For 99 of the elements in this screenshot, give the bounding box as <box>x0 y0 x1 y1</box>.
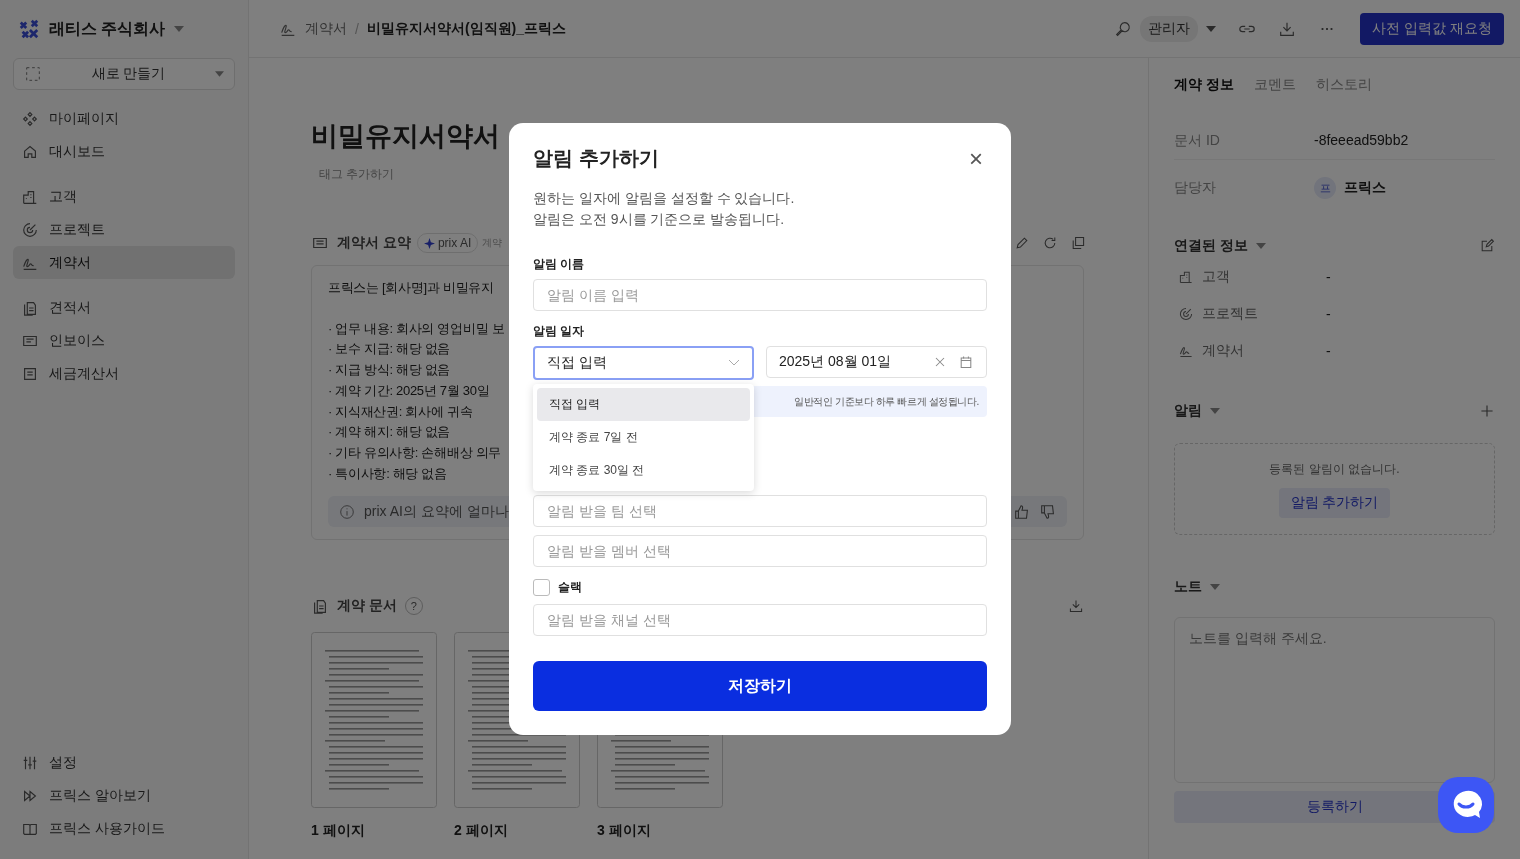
member-select[interactable]: 알림 받을 멤버 선택 <box>533 535 987 567</box>
field-value: -8feeead59bb2 <box>1314 132 1409 148</box>
field-label: 계약서 <box>1202 341 1245 360</box>
field-label: 알림 이름 <box>533 256 586 273</box>
section-heading[interactable]: 알림 <box>1174 402 1202 420</box>
field-value: - <box>1326 342 1331 359</box>
modal-description: 원하는 일자에 알림을 설정할 수 있습니다. <box>533 189 796 208</box>
calendar-icon[interactable] <box>958 354 974 370</box>
nav-item[interactable]: 견적서 <box>13 291 235 324</box>
refresh-icon[interactable] <box>1042 235 1058 251</box>
nav-item[interactable]: 프릭스 알아보기 <box>13 779 235 812</box>
dropdown-option[interactable]: 계약 종료 30일 전 <box>537 454 750 487</box>
summary-item: · 계약 해지: 해당 없음 <box>328 423 451 442</box>
target-icon <box>1178 305 1194 322</box>
logo-icon <box>18 18 40 40</box>
panel-tab[interactable]: 히스토리 <box>1315 76 1372 94</box>
owner-name: 프릭스 <box>1344 179 1386 197</box>
summary-intro: 프릭스는 [회사명]과 비밀유지 <box>328 279 494 297</box>
avatar: 프 <box>1314 177 1336 199</box>
page-label: 1 페이지 <box>311 822 366 841</box>
empty-message: 등록된 알림이 없습니다. <box>1269 460 1400 478</box>
section-heading[interactable]: 노트 <box>1174 578 1202 596</box>
nav-item[interactable]: 프로젝트 <box>13 213 235 246</box>
nav-item[interactable]: 인보이스 <box>13 324 235 357</box>
section-heading: 계약 문서 <box>337 597 397 616</box>
modal-description: 알림은 오전 9시를 기준으로 발송됩니다. <box>533 210 786 229</box>
field-value: - <box>1326 305 1331 322</box>
summary-item: · 업무 내용: 회사의 영업비밀 보 <box>328 319 505 338</box>
feedback-text: prix AI의 요약에 얼마나 <box>364 502 509 521</box>
caret-icon[interactable] <box>1255 243 1266 249</box>
checkbox-label: 슬랙 <box>558 579 582 596</box>
dropdown-option[interactable]: 직접 입력 <box>537 388 750 421</box>
document-icon <box>311 597 329 616</box>
section-heading: 계약서 요약 <box>337 234 411 252</box>
team-select[interactable]: 알림 받을 팀 선택 <box>533 495 987 527</box>
page-title: 비밀유지서약서 <box>311 120 501 153</box>
diamond-icon <box>21 109 39 128</box>
dropdown-option[interactable]: 계약 종료 7일 전 <box>537 421 750 454</box>
thumbs-up-icon[interactable] <box>1013 502 1031 521</box>
breadcrumb-current: 비밀유지서약서(임직원)_프릭스 <box>366 19 566 38</box>
panel-tab[interactable]: 코멘트 <box>1253 76 1296 94</box>
role-chip[interactable]: 관리자 <box>1140 15 1199 42</box>
caret-icon[interactable] <box>1210 408 1220 414</box>
nav-item[interactable]: 세금계산서 <box>13 357 235 390</box>
modal-title: 알림 추가하기 <box>533 146 659 171</box>
save-button[interactable]: 저장하기 <box>533 661 987 711</box>
chat-button[interactable] <box>1437 776 1495 834</box>
summary-item: · 기타 유의사항: 손해배상 의무 <box>328 443 501 462</box>
caret-icon <box>215 71 224 77</box>
summary-item: · 지급 방식: 해당 없음 <box>328 361 451 380</box>
page-label: 2 페이지 <box>454 822 509 841</box>
breadcrumb-link[interactable]: 계약서 <box>305 19 347 38</box>
nav-item[interactable]: 마이페이지 <box>13 102 235 135</box>
caret-icon[interactable] <box>1210 584 1220 590</box>
sparkle-icon <box>423 237 435 249</box>
summary-item: · 지식재산권: 회사에 귀속 <box>328 402 473 421</box>
add-icon[interactable] <box>1479 403 1495 419</box>
notice-text: 일반적인 기준보다 하루 빠르게 설정됩니다. <box>794 394 979 409</box>
dashed-square-icon <box>24 65 42 83</box>
page-label: 3 페이지 <box>597 822 652 841</box>
target-icon <box>21 220 39 239</box>
field-label: 담당자 <box>1174 179 1217 197</box>
add-alert-button[interactable]: 알림 추가하기 <box>1278 487 1391 518</box>
nav-item[interactable]: 설정 <box>13 746 235 779</box>
section-heading[interactable]: 연결된 정보 <box>1174 237 1248 255</box>
breadcrumb-separator: / <box>355 20 359 37</box>
date-field[interactable]: 2025년 08월 01일 <box>766 346 987 378</box>
field-label: 문서 ID <box>1174 132 1221 150</box>
company-name[interactable]: 래티스 주식회사 <box>49 18 166 40</box>
field-value: - <box>1326 268 1331 285</box>
nav-item[interactable]: 고객 <box>13 180 235 213</box>
nav-item[interactable]: 프릭스 사용가이드 <box>13 812 235 845</box>
copy-icon[interactable] <box>1070 235 1086 251</box>
checkbox[interactable] <box>533 579 550 596</box>
pencil-icon[interactable] <box>1014 235 1030 251</box>
date-mode-select[interactable]: 직접 입력 <box>533 346 754 380</box>
nav-item[interactable]: 계약서 <box>13 246 235 279</box>
caret-icon[interactable] <box>1206 25 1217 32</box>
field-label: 프로젝트 <box>1202 304 1259 323</box>
field-label: 고객 <box>1202 267 1231 286</box>
summary-item: · 계약 기간: 2025년 7월 30일 <box>328 381 490 400</box>
chevron-icon <box>728 359 740 367</box>
note-field[interactable]: 노트를 입력해 주세요. <box>1174 617 1495 783</box>
info-icon <box>338 502 356 521</box>
panel-tab[interactable]: 계약 정보 <box>1174 76 1234 94</box>
close-button[interactable]: × <box>965 146 987 171</box>
alert-name-field[interactable]: 알림 이름 입력 <box>533 279 987 311</box>
new-button[interactable]: 새로 만들기 <box>13 58 235 90</box>
page-thumbnail[interactable] <box>311 632 437 809</box>
edit-icon[interactable] <box>1479 238 1495 254</box>
download-icon[interactable] <box>1068 598 1084 615</box>
channel-select[interactable]: 알림 받을 채널 선택 <box>533 604 987 636</box>
nav-item[interactable]: 대시보드 <box>13 135 235 168</box>
caret-icon[interactable] <box>174 26 185 32</box>
summary-item: · 보수 지급: 해당 없음 <box>328 340 451 359</box>
field-label: 알림 일자 <box>533 323 586 340</box>
thumbs-down-icon[interactable] <box>1039 502 1057 521</box>
re-request-button[interactable]: 사전 입력값 재요청 <box>1360 12 1504 45</box>
summary-item: · 특이사항: 해당 없음 <box>328 464 447 483</box>
